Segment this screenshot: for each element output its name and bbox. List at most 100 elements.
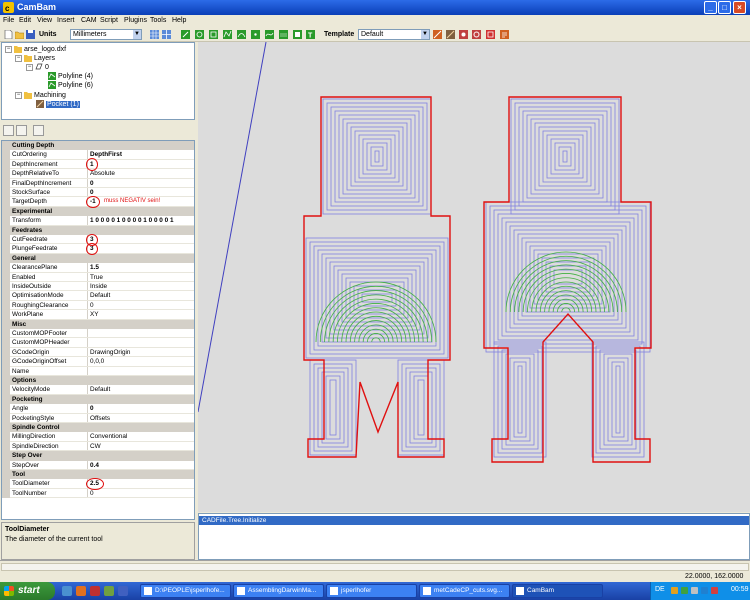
save-icon[interactable] <box>26 30 35 39</box>
property-row-cutordering[interactable]: CutOrdering DepthFirst <box>2 150 194 160</box>
pocket-mop-icon[interactable] <box>446 30 455 39</box>
category-cutting-depth[interactable]: Cutting Depth <box>2 141 194 151</box>
gcode-icon[interactable] <box>500 30 509 39</box>
close-button[interactable]: × <box>733 1 746 14</box>
tree-pocket[interactable]: Pocket (1) <box>36 100 80 108</box>
units-dropdown[interactable]: Millimeters ▼ <box>70 29 142 40</box>
property-row-stocksurface[interactable]: StockSurface 0 <box>2 188 194 198</box>
tree-layers[interactable]: Layers <box>24 54 55 62</box>
show-desktop-icon[interactable] <box>62 586 72 596</box>
category-general[interactable]: General <box>2 253 194 264</box>
property-row-cutfeedrate[interactable]: CutFeedrate 3 <box>2 235 194 245</box>
draw-point-icon[interactable] <box>251 30 260 39</box>
tree-machining[interactable]: Machining <box>24 91 66 99</box>
quicklaunch-app-icon[interactable] <box>90 586 100 596</box>
category-step-over[interactable]: Step Over <box>2 451 194 461</box>
engrave-mop-icon[interactable] <box>472 30 481 39</box>
menu-insert[interactable]: Insert <box>57 17 75 24</box>
drawing-canvas[interactable] <box>197 41 750 512</box>
tray-icon-volume[interactable] <box>691 587 698 594</box>
tray-icon-network[interactable] <box>681 587 688 594</box>
firefox-icon[interactable] <box>76 586 86 596</box>
property-row-transform[interactable]: Transform 1 0 0 0 0 1 0 0 0 0 1 0 0 0 0 1 <box>2 216 194 226</box>
tray-icon-shield[interactable] <box>671 587 678 594</box>
tray-icon-app[interactable] <box>711 587 718 594</box>
tree-polyline-4[interactable]: Polyline (4) <box>48 72 93 80</box>
collapse-icon[interactable]: − <box>5 46 12 53</box>
property-row-finaldepthincrement[interactable]: FinalDepthIncrement 0 <box>2 178 194 188</box>
snap-grid-icon[interactable] <box>162 30 171 39</box>
property-row-name[interactable]: Name <box>2 366 194 376</box>
new-file-icon[interactable] <box>4 30 13 39</box>
tree-polyline-6[interactable]: Polyline (6) <box>48 81 93 89</box>
sort-alpha-icon[interactable] <box>16 125 27 136</box>
task-explorer[interactable]: D:\PEOPLE\jsperlhofe... <box>140 584 231 598</box>
draw-arc-icon[interactable] <box>237 30 246 39</box>
category-feedrates[interactable]: Feedrates <box>2 225 194 235</box>
task-svg[interactable]: metCadeCP_cuts.svg... <box>419 584 510 598</box>
draw-text-icon[interactable]: T <box>306 30 315 39</box>
property-row-enabled[interactable]: Enabled True <box>2 272 194 282</box>
property-row-angle[interactable]: Angle 0 <box>2 404 194 414</box>
property-row-clearanceplane[interactable]: ClearancePlane 1.5 <box>2 263 194 273</box>
property-row-custommopheader[interactable]: CustomMOPHeader <box>2 338 194 348</box>
menu-tools[interactable]: Tools <box>150 17 166 24</box>
draw-rectangle-icon[interactable] <box>209 30 218 39</box>
menu-cam[interactable]: CAM <box>81 17 97 24</box>
tree-file[interactable]: arse_logo.dxf <box>14 45 66 53</box>
collapse-icon[interactable]: − <box>15 55 22 62</box>
task-firefox[interactable]: AssemblingDarwinMa... <box>233 584 324 598</box>
start-button[interactable]: start <box>0 582 55 600</box>
property-pages-icon[interactable] <box>33 125 44 136</box>
quicklaunch-app2-icon[interactable] <box>104 586 114 596</box>
horizontal-scrollbar[interactable] <box>1 563 749 571</box>
profile-mop-icon[interactable] <box>433 30 442 39</box>
menu-edit[interactable]: Edit <box>19 17 31 24</box>
draw-spline-icon[interactable] <box>265 30 274 39</box>
maximize-button[interactable]: □ <box>718 1 731 14</box>
drawing-viewport[interactable] <box>197 41 750 512</box>
open-folder-icon[interactable] <box>15 30 24 39</box>
property-row-velocitymode[interactable]: VelocityMode Default <box>2 385 194 395</box>
property-row-gcodeoriginoffset[interactable]: GCodeOriginOffset 0,0,0 <box>2 357 194 367</box>
menu-file[interactable]: File <box>3 17 14 24</box>
category-spindle-control[interactable]: Spindle Control <box>2 423 194 433</box>
drill-mop-icon[interactable] <box>459 30 468 39</box>
task-folder[interactable]: jsperlhofer <box>326 584 417 598</box>
draw-polyline-icon[interactable] <box>223 30 232 39</box>
language-indicator[interactable]: DE <box>655 586 665 593</box>
property-row-toolnumber[interactable]: ToolNumber 0 <box>2 488 194 499</box>
property-row-optimisationmode[interactable]: OptimisationMode Default <box>2 291 194 301</box>
template-dropdown[interactable]: Default ▼ <box>358 29 430 40</box>
generate-toolpath-icon[interactable] <box>486 30 495 39</box>
property-row-millingdirection[interactable]: MillingDirection Conventional <box>2 432 194 442</box>
task-cambam[interactable]: CamBam <box>512 584 603 598</box>
property-row-stepover[interactable]: StepOver 0.4 <box>2 460 194 470</box>
draw-circle-icon[interactable] <box>195 30 204 39</box>
categorized-icon[interactable] <box>3 125 14 136</box>
tree-layer-0[interactable]: 0 <box>35 63 49 71</box>
menu-script[interactable]: Script <box>100 17 118 24</box>
minimize-button[interactable]: _ <box>704 1 717 14</box>
property-row-gcodeorigin[interactable]: GCodeOrigin DrawingOrigin <box>2 347 194 358</box>
tray-icon-bluetooth[interactable] <box>701 587 708 594</box>
quicklaunch-app3-icon[interactable] <box>118 586 128 596</box>
property-row-spindledirection[interactable]: SpindleDirection CW <box>2 441 194 452</box>
category-pocketing[interactable]: Pocketing <box>2 394 194 405</box>
property-row-plungefeedrate[interactable]: PlungeFeedrate 3 <box>2 244 194 254</box>
menu-view[interactable]: View <box>37 17 52 24</box>
property-row-workplane[interactable]: WorkPlane XY <box>2 310 194 320</box>
property-row-roughingclearance[interactable]: RoughingClearance 0 <box>2 300 194 311</box>
property-row-insideoutside[interactable]: InsideOutside Inside <box>2 282 194 292</box>
collapse-icon[interactable]: − <box>15 92 22 99</box>
draw-surface-icon[interactable] <box>279 30 288 39</box>
collapse-icon[interactable]: − <box>26 64 33 71</box>
category-experimental[interactable]: Experimental <box>2 206 194 217</box>
menu-plugins[interactable]: Plugins <box>124 17 147 24</box>
draw-line-icon[interactable] <box>181 30 190 39</box>
draw-region-icon[interactable] <box>293 30 302 39</box>
category-options[interactable]: Options <box>2 376 194 386</box>
property-row-depthincrement[interactable]: DepthIncrement 1 <box>2 159 194 170</box>
property-row-depthrelativeto[interactable]: DepthRelativeTo Absolute <box>2 169 194 179</box>
grid-icon[interactable] <box>150 30 159 39</box>
